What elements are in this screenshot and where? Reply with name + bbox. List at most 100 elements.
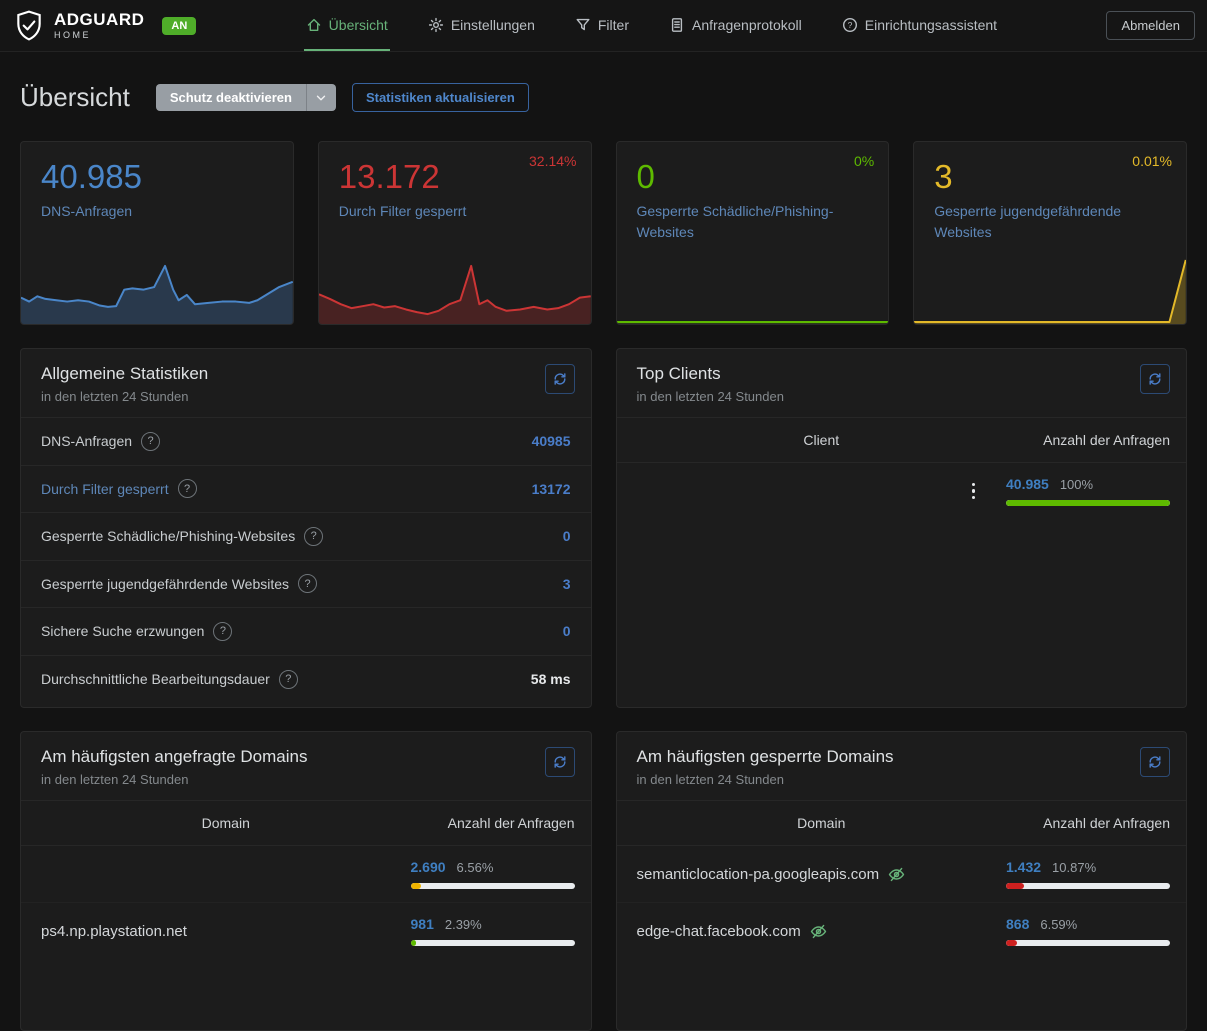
refresh-icon [553, 755, 567, 769]
kebab-menu-icon[interactable] [969, 480, 979, 503]
table-row: 40.985 100% [617, 463, 1187, 519]
help-icon[interactable]: ? [178, 479, 197, 498]
protection-split-button: Schutz deaktivieren [156, 84, 336, 111]
request-count: 2.690 [411, 859, 446, 875]
refresh-card-button[interactable] [1140, 364, 1170, 394]
page-title: Übersicht [20, 82, 130, 113]
help-icon[interactable]: ? [298, 574, 317, 593]
logout-button[interactable]: Abmelden [1106, 11, 1195, 40]
refresh-statistics-button[interactable]: Statistiken aktualisieren [352, 83, 529, 112]
request-count: 40.985 [1006, 476, 1049, 492]
stats-row-value: 3 [563, 576, 571, 592]
home-icon [306, 17, 322, 33]
disable-protection-button[interactable]: Schutz deaktivieren [156, 84, 306, 111]
brand-subtitle: HOME [54, 31, 144, 40]
refresh-card-button[interactable] [545, 747, 575, 777]
stats-row-dns-queries: DNS-Anfragen? 40985 [21, 418, 591, 466]
brand-home-link[interactable]: ADGUARD HOME AN [14, 0, 196, 51]
table-header: Domain Anzahl der Anfragen [21, 801, 591, 846]
top-blocked-domains-card: Am häufigsten gesperrte Domains in den l… [616, 731, 1188, 1031]
refresh-card-button[interactable] [545, 364, 575, 394]
nav-item-einrichtungsassistent[interactable]: ? Einrichtungsassistent [840, 0, 999, 51]
refresh-icon [553, 372, 567, 386]
progress-bar [411, 883, 575, 889]
stat-card-link[interactable]: Gesperrte Schädliche/Phishing-Websites [637, 201, 841, 243]
stat-value: 40.985 [41, 158, 273, 196]
request-percent: 6.56% [457, 860, 494, 875]
stat-card-link[interactable]: DNS-Anfragen [41, 201, 245, 222]
svg-text:?: ? [847, 20, 852, 30]
chevron-down-icon [314, 91, 328, 105]
nav-item-anfragenprotokoll[interactable]: Anfragenprotokoll [667, 0, 804, 51]
card-subtitle: in den letzten 24 Stunden [41, 389, 208, 404]
nav-item-uebersicht[interactable]: Übersicht [304, 0, 390, 51]
stats-row-value: 0 [563, 623, 571, 639]
stats-row-label: Durchschnittliche Bearbeitungsdauer [41, 671, 270, 687]
navbar: ADGUARD HOME AN Übersicht Einstellungen … [0, 0, 1207, 52]
stat-card-dns-queries: 40.985 DNS-Anfragen [20, 141, 294, 325]
sparkline-chart [21, 258, 293, 324]
gear-icon [428, 17, 444, 33]
protection-dropdown-toggle[interactable] [306, 84, 336, 111]
request-percent: 10.87% [1052, 860, 1096, 875]
stats-row-value: 13172 [532, 481, 571, 497]
stats-row-label: Gesperrte jugendgefährdende Websites [41, 576, 289, 592]
column-header-count: Anzahl der Anfragen [1006, 815, 1170, 831]
request-count: 981 [411, 916, 434, 932]
nav-item-einstellungen[interactable]: Einstellungen [426, 0, 537, 51]
help-icon[interactable]: ? [213, 622, 232, 641]
domain-name: ps4.np.playstation.net [41, 923, 187, 940]
request-percent: 2.39% [445, 917, 482, 932]
progress-bar [1006, 940, 1170, 946]
progress-bar [1006, 883, 1170, 889]
column-header-domain: Domain [41, 810, 411, 836]
document-icon [669, 17, 685, 33]
help-circle-icon: ? [842, 17, 858, 33]
stats-row-blocked-malware: Gesperrte Schädliche/Phishing-Websites? … [21, 513, 591, 561]
stats-row-safe-search: Sichere Suche erzwungen? 0 [21, 608, 591, 656]
nav-item-filter[interactable]: Filter [573, 0, 631, 51]
table-header: Domain Anzahl der Anfragen [617, 801, 1187, 846]
nav-item-label: Anfragenprotokoll [692, 17, 802, 33]
nav-item-label: Übersicht [329, 17, 388, 33]
stat-value: 3 [934, 158, 1166, 196]
general-statistics-card: Allgemeine Statistiken in den letzten 24… [20, 348, 592, 708]
stat-percent: 0% [854, 153, 874, 169]
help-icon[interactable]: ? [141, 432, 160, 451]
brand-title: ADGUARD [54, 11, 144, 28]
main-content: Übersicht Schutz deaktivieren Statistike… [0, 82, 1207, 1031]
funnel-icon [575, 17, 591, 33]
domain-name: edge-chat.facebook.com [637, 923, 801, 940]
bottom-row: Am häufigsten angefragte Domains in den … [20, 731, 1187, 1031]
stats-row-blocked-adult: Gesperrte jugendgefährdende Websites? 3 [21, 561, 591, 609]
nav-items: Übersicht Einstellungen Filter Anfragenp… [304, 0, 999, 51]
stats-row-label: DNS-Anfragen [41, 433, 132, 449]
nav-item-label: Filter [598, 17, 629, 33]
refresh-card-button[interactable] [1140, 747, 1170, 777]
help-icon[interactable]: ? [279, 670, 298, 689]
request-count: 868 [1006, 916, 1029, 932]
middle-row: Allgemeine Statistiken in den letzten 24… [20, 348, 1187, 708]
help-icon[interactable]: ? [304, 527, 323, 546]
stats-row-value: 0 [563, 528, 571, 544]
stat-card-link[interactable]: Gesperrte jugendgefährdende Websites [934, 201, 1138, 243]
request-percent: 6.59% [1040, 917, 1077, 932]
stat-percent: 0.01% [1132, 153, 1172, 169]
progress-bar [411, 940, 575, 946]
nav-item-label: Einstellungen [451, 17, 535, 33]
table-row: semanticlocation-pa.googleapis.com 1.432… [617, 846, 1187, 903]
refresh-icon [1148, 755, 1162, 769]
stats-row-label-link[interactable]: Durch Filter gesperrt [41, 481, 169, 497]
card-title: Am häufigsten gesperrte Domains [637, 747, 894, 767]
refresh-icon [1148, 372, 1162, 386]
sparkline-chart [617, 258, 889, 324]
stat-card-link[interactable]: Durch Filter gesperrt [339, 201, 543, 222]
column-header-domain: Domain [637, 810, 1007, 836]
card-subtitle: in den letzten 24 Stunden [637, 772, 894, 787]
stats-row-value: 58 ms [531, 671, 571, 687]
stats-row-label: Gesperrte Schädliche/Phishing-Websites [41, 528, 295, 544]
card-title: Allgemeine Statistiken [41, 364, 208, 384]
stat-card-blocked-adult: 3 Gesperrte jugendgefährdende Websites 0… [913, 141, 1187, 325]
stats-row-avg-processing-time: Durchschnittliche Bearbeitungsdauer? 58 … [21, 656, 591, 704]
stats-row-label: Sichere Suche erzwungen [41, 623, 204, 639]
